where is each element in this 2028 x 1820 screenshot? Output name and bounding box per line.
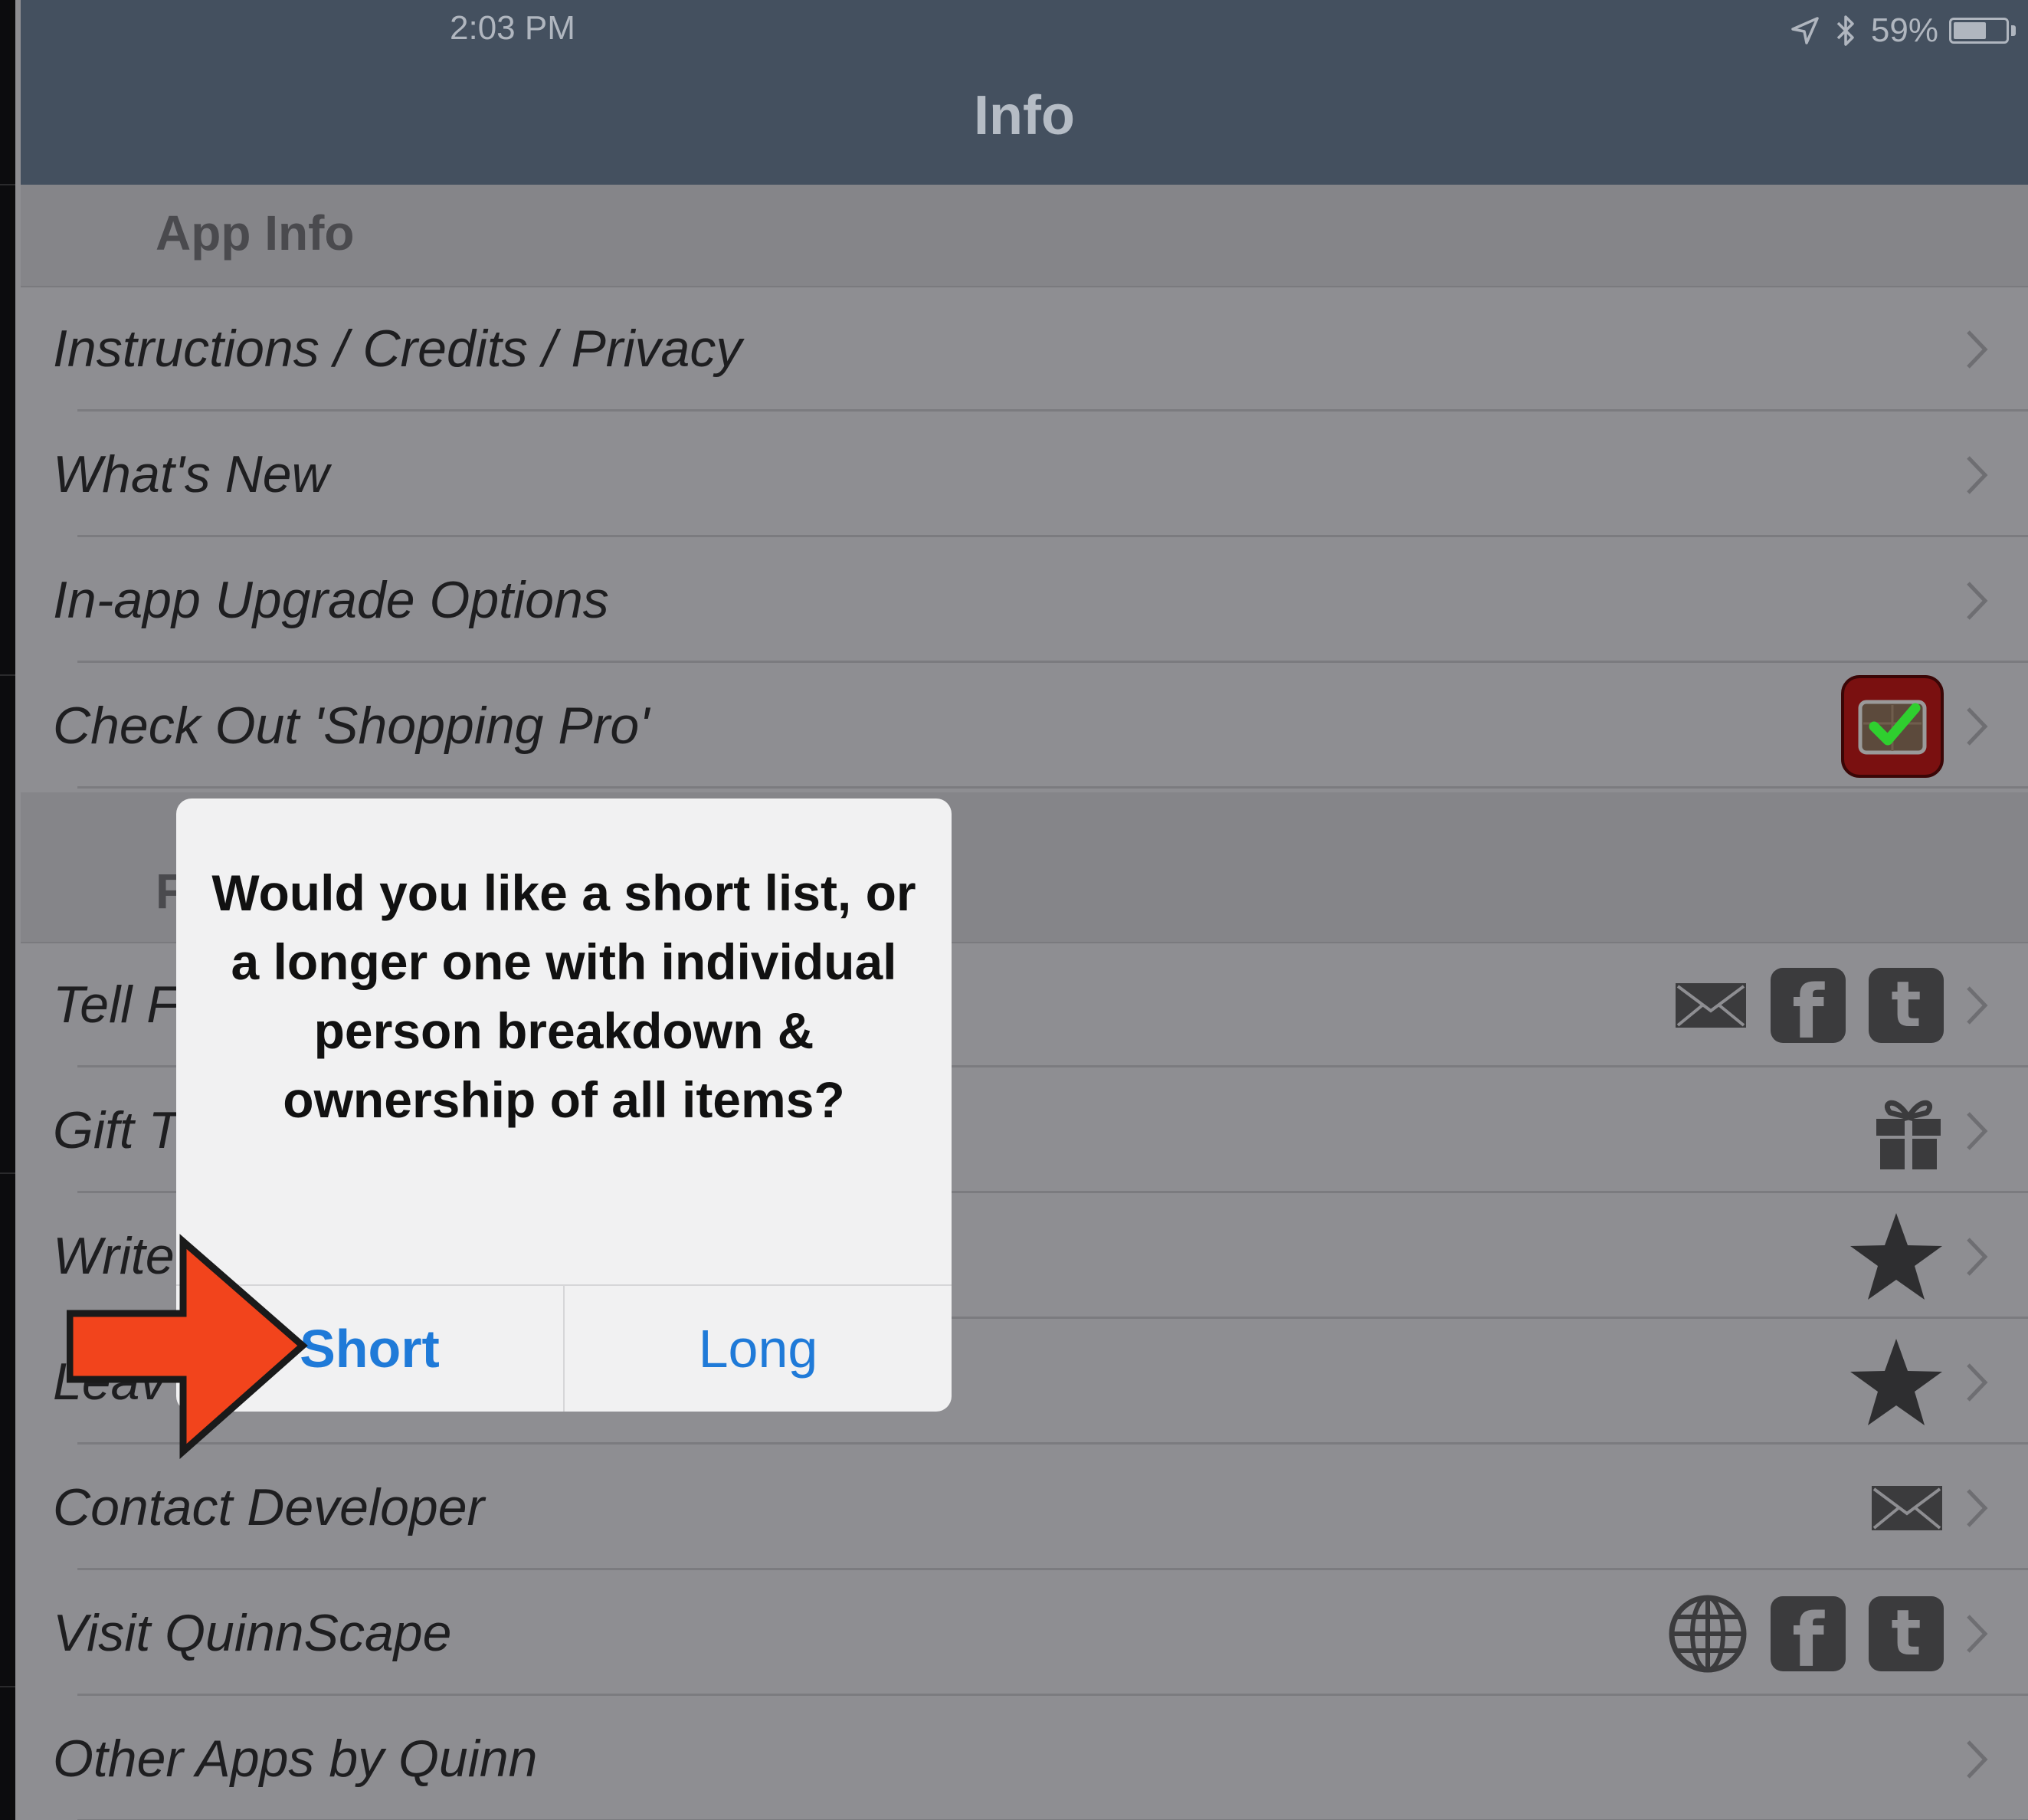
row-label: In-app Upgrade Options xyxy=(53,571,609,629)
facebook-icon: f xyxy=(1771,1595,1846,1684)
device-bezel xyxy=(0,0,15,1820)
row-label: Check Out 'Shopping Pro' xyxy=(53,697,650,755)
chevron-right-icon xyxy=(1965,664,1988,789)
row-separator xyxy=(77,786,2028,789)
shopping-pro-app-icon xyxy=(1841,674,1944,778)
battery-fill xyxy=(1954,22,1987,39)
table-row[interactable]: Check Out 'Shopping Pro' xyxy=(21,664,2028,789)
row-icons: ft xyxy=(1651,943,1944,1067)
table-row[interactable]: Instructions / Credits / Privacy xyxy=(21,287,2028,412)
mail-icon xyxy=(1870,1484,1944,1532)
dialog-message: Would you like a short list, or a longer… xyxy=(211,864,916,1128)
table-row[interactable]: In-app Upgrade Options xyxy=(21,538,2028,663)
star-icon xyxy=(1849,1337,1944,1428)
row-icons xyxy=(1850,1068,1944,1193)
gift-icon xyxy=(1873,1091,1944,1171)
table-row[interactable]: Other Apps by Quinn xyxy=(21,1697,2028,1820)
facebook-icon: f xyxy=(1771,967,1846,1055)
row-icons xyxy=(1818,664,1944,789)
row-label: Gift T xyxy=(53,1101,181,1159)
long-button[interactable]: Long xyxy=(565,1286,952,1412)
row-icons xyxy=(1826,1320,1944,1445)
status-indicators: 59% xyxy=(1790,9,2016,52)
twitter-icon: t xyxy=(1869,1595,1944,1671)
star-icon xyxy=(1849,1212,1944,1302)
chevron-right-icon xyxy=(1965,1068,1988,1193)
bezel-tick xyxy=(0,674,15,676)
battery-tip xyxy=(2011,25,2016,36)
location-icon xyxy=(1790,15,1820,46)
chevron-right-icon xyxy=(1965,1320,1988,1445)
row-label: Visit QuinnScape xyxy=(53,1604,452,1662)
row-label: Tell F xyxy=(53,976,179,1034)
row-label: Contact Developer xyxy=(53,1478,485,1536)
bezel-tick xyxy=(0,1172,15,1174)
bezel-tick xyxy=(0,184,15,185)
globe-icon xyxy=(1668,1594,1748,1674)
bluetooth-icon xyxy=(1834,13,1857,48)
row-icons xyxy=(1826,1194,1944,1319)
section-header-app-info: App Info xyxy=(21,185,2028,287)
row-separator xyxy=(77,1568,2028,1570)
navigation-bar: 2:03 PM 59% Info xyxy=(21,0,2028,185)
row-separator xyxy=(77,1442,2028,1445)
row-icons xyxy=(1847,1445,1944,1570)
row-label: What's New xyxy=(53,445,329,503)
twitter-icon: t xyxy=(1869,967,1944,1043)
section-title: App Info xyxy=(156,205,355,261)
bezel-tick xyxy=(0,1686,15,1687)
row-label: Other Apps by Quinn xyxy=(53,1730,538,1788)
row-separator xyxy=(77,409,2028,412)
chevron-right-icon xyxy=(1965,538,1988,663)
battery-percent: 59% xyxy=(1870,11,1938,49)
battery-icon xyxy=(1949,18,2009,44)
row-label: Instructions / Credits / Privacy xyxy=(53,320,742,378)
nav-title: Info xyxy=(974,85,1075,146)
status-time: 2:03 PM xyxy=(450,9,575,47)
chevron-right-icon xyxy=(1965,287,1988,412)
row-separator xyxy=(77,1694,2028,1696)
mail-icon xyxy=(1674,982,1748,1029)
chevron-right-icon xyxy=(1965,1194,1988,1319)
chevron-right-icon xyxy=(1965,1571,1988,1696)
row-separator xyxy=(77,535,2028,537)
chevron-right-icon xyxy=(1965,943,1988,1067)
table-row[interactable]: Visit QuinnScape f t xyxy=(21,1571,2028,1696)
chevron-right-icon xyxy=(1965,412,1988,537)
row-separator xyxy=(77,661,2028,663)
table-row[interactable]: What's New xyxy=(21,412,2028,537)
row-icons: ft xyxy=(1645,1571,1944,1696)
ios-screen: 2:03 PM 59% Info App Info Instructions /… xyxy=(21,0,2028,1820)
chevron-right-icon xyxy=(1965,1697,1988,1820)
chevron-right-icon xyxy=(1965,1445,1988,1570)
red-arrow-annotation xyxy=(67,1234,308,1459)
table-row[interactable]: Contact Developer xyxy=(21,1445,2028,1570)
